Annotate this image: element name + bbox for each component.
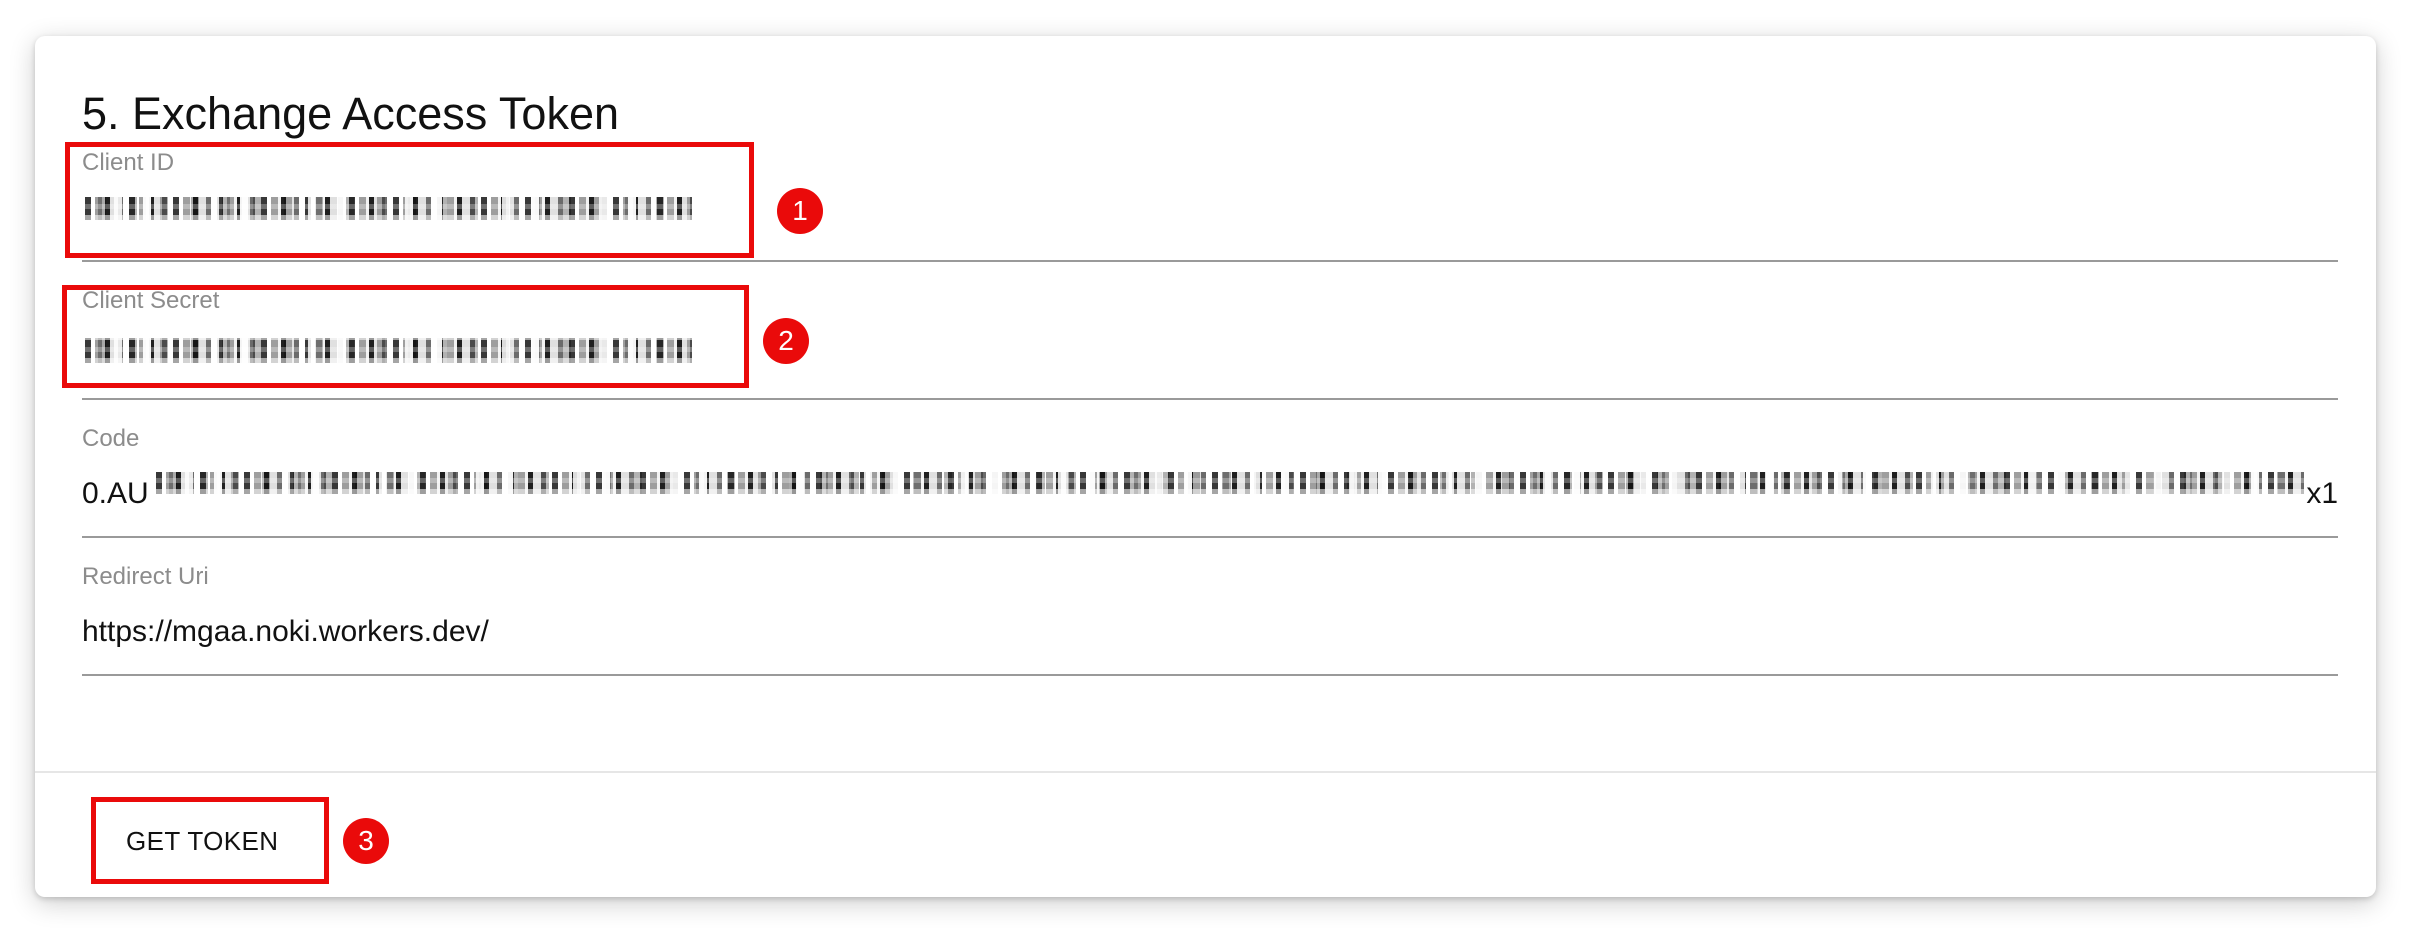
code-value-prefix: 0.AU <box>82 477 149 510</box>
client-id-input[interactable] <box>82 197 2338 236</box>
client-id-field: Client ID <box>82 124 2338 262</box>
annotation-badge-2: 2 <box>763 318 809 364</box>
client-id-label: Client ID <box>82 149 175 176</box>
redacted-value <box>85 197 692 220</box>
client-secret-field: Client Secret <box>82 262 2338 400</box>
client-secret-input[interactable] <box>82 338 2338 374</box>
client-secret-label: Client Secret <box>82 287 220 314</box>
get-token-button[interactable]: GET TOKEN <box>110 816 294 866</box>
redirect-uri-label: Redirect Uri <box>82 563 209 590</box>
redirect-uri-field: Redirect Uri <box>82 538 2338 676</box>
actions-divider <box>35 771 2376 773</box>
annotation-badge-3: 3 <box>343 818 389 864</box>
redirect-uri-value-wrap <box>82 614 2338 650</box>
redacted-value <box>85 338 692 363</box>
code-field: Code 0.AU x1 <box>82 400 2338 538</box>
redacted-value <box>156 472 2304 494</box>
annotation-badge-1: 1 <box>777 188 823 234</box>
code-input[interactable]: 0.AU x1 <box>82 472 2338 512</box>
exchange-token-card: 5. Exchange Access Token Client ID Clien… <box>35 36 2376 897</box>
code-label: Code <box>82 425 140 452</box>
redirect-uri-input[interactable] <box>82 614 2338 650</box>
code-value-suffix: x1 <box>2306 477 2338 510</box>
